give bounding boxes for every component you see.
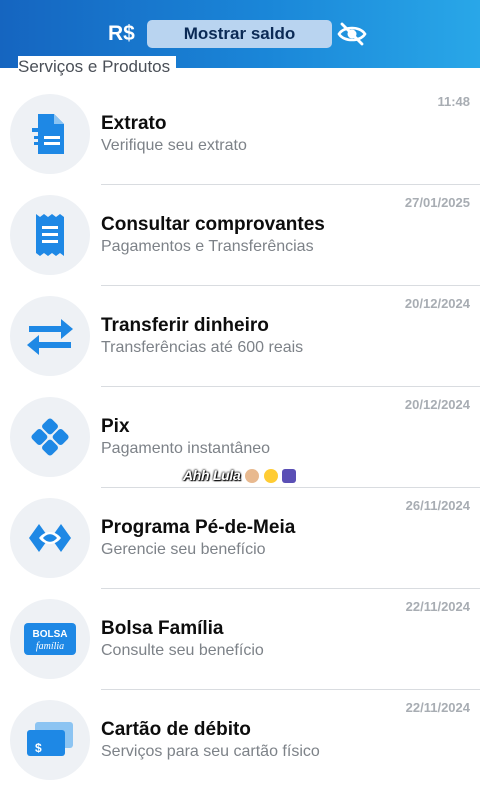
item-subtitle: Serviços para seu cartão físico [101,743,320,760]
item-subtitle: Gerencie seu benefício [101,541,266,558]
item-icon-circle [10,498,90,578]
item-icon-circle: BOLSA família [10,599,90,679]
praying-hands-icon [245,469,260,484]
pix-icon [31,418,69,456]
item-icon-circle [10,397,90,477]
list-item-cartao-debito[interactable]: $ Cartão de débito Serviços para seu car… [0,690,480,791]
item-title: Pix [101,416,130,437]
receipt-icon [36,214,64,256]
list-item-extrato[interactable]: Extrato Verifique seu extrato 11:48 [0,84,480,185]
list-item-comprovantes[interactable]: Consultar comprovantes Pagamentos e Tran… [0,185,480,286]
item-title: Consultar comprovantes [101,214,325,235]
item-icon-circle: $ [10,700,90,780]
debit-card-icon: $ [27,722,73,756]
item-title: Transferir dinheiro [101,315,269,336]
item-title: Programa Pé-de-Meia [101,517,296,538]
item-time: 26/11/2024 [405,498,470,513]
list-item-bolsa-familia[interactable]: BOLSA família Bolsa Família Consulte seu… [0,589,480,690]
item-time: 22/11/2024 [405,599,470,614]
heart-eyes-icon [263,469,278,484]
hamsa-icon [282,469,297,484]
item-icon-circle [10,195,90,275]
item-icon-circle [10,296,90,376]
document-icon [32,114,64,154]
item-time: 22/11/2024 [405,700,470,715]
item-time: 20/12/2024 [404,296,470,311]
pe-de-meia-icon [29,524,71,552]
list-item-pe-de-meia[interactable]: Programa Pé-de-Meia Gerencie seu benefíc… [0,488,480,589]
item-subtitle: Pagamentos e Transferências [101,238,314,255]
item-title: Extrato [101,113,167,134]
item-subtitle: Verifique seu extrato [101,137,247,154]
item-icon-circle [10,94,90,174]
item-subtitle: Consulte seu benefício [101,642,264,659]
section-title: Serviços e Produtos [18,56,177,78]
eye-off-icon[interactable] [336,20,368,48]
bolsa-familia-icon: BOLSA família [24,623,76,655]
transfer-arrows-icon [27,319,73,355]
list-item-transferir[interactable]: Transferir dinheiro Transferências até 6… [0,286,480,387]
item-title: Bolsa Família [101,618,224,639]
bolsa-logo-text-1: BOLSA [33,629,68,640]
item-time: 20/12/2024 [404,397,470,412]
item-time: 27/01/2025 [404,195,470,210]
svg-text:$: $ [35,741,42,755]
currency-label: R$ [108,22,135,45]
item-subtitle: Transferências até 600 reais [101,339,304,356]
bolsa-logo-text-2: família [36,641,64,652]
item-time: 11:48 [437,94,470,109]
sticker-overlay: Ahh Lula [183,467,297,489]
item-subtitle: Pagamento instantâneo [101,440,271,457]
item-title: Cartão de débito [101,719,251,740]
show-balance-button[interactable]: Mostrar saldo [147,20,332,48]
sticker-text: Ahh Lula [183,467,241,483]
